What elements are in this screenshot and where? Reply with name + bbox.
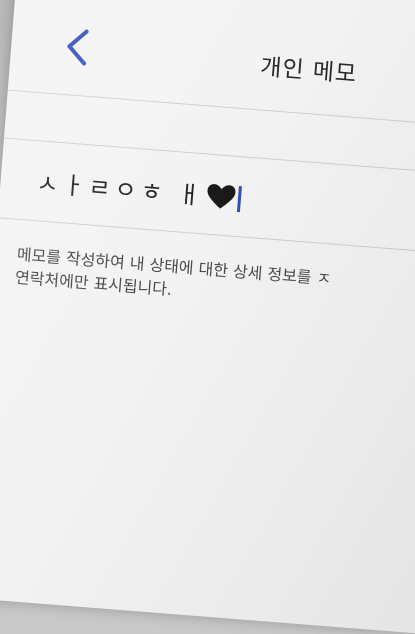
text-cursor [237,186,243,213]
black-heart-icon [205,183,237,217]
memo-input[interactable]: ㅅㅏㄹㅇㅎ ㅐ [35,163,243,217]
device-bezel: 개인 메모 ㅅㅏㄹㅇㅎ ㅐ 메모를 작성하여 내 상태에 대한 상세 정보를 ㅈ… [0,0,415,634]
back-button[interactable] [60,26,97,69]
page-title: 개인 메모 [259,54,358,88]
header: 개인 메모 [9,0,415,116]
screen: 개인 메모 ㅅㅏㄹㅇㅎ ㅐ 메모를 작성하여 내 상태에 대한 상세 정보를 ㅈ… [0,0,415,634]
memo-text: ㅅㅏㄹㅇㅎ ㅐ [35,169,206,211]
memo-field[interactable]: ㅅㅏㄹㅇㅎ ㅐ [0,144,415,246]
memo-hint: 메모를 작성하여 내 상태에 대한 상세 정보를 ㅈ 연락처에만 표시됩니다. [14,243,415,322]
chevron-left-icon [67,29,89,66]
